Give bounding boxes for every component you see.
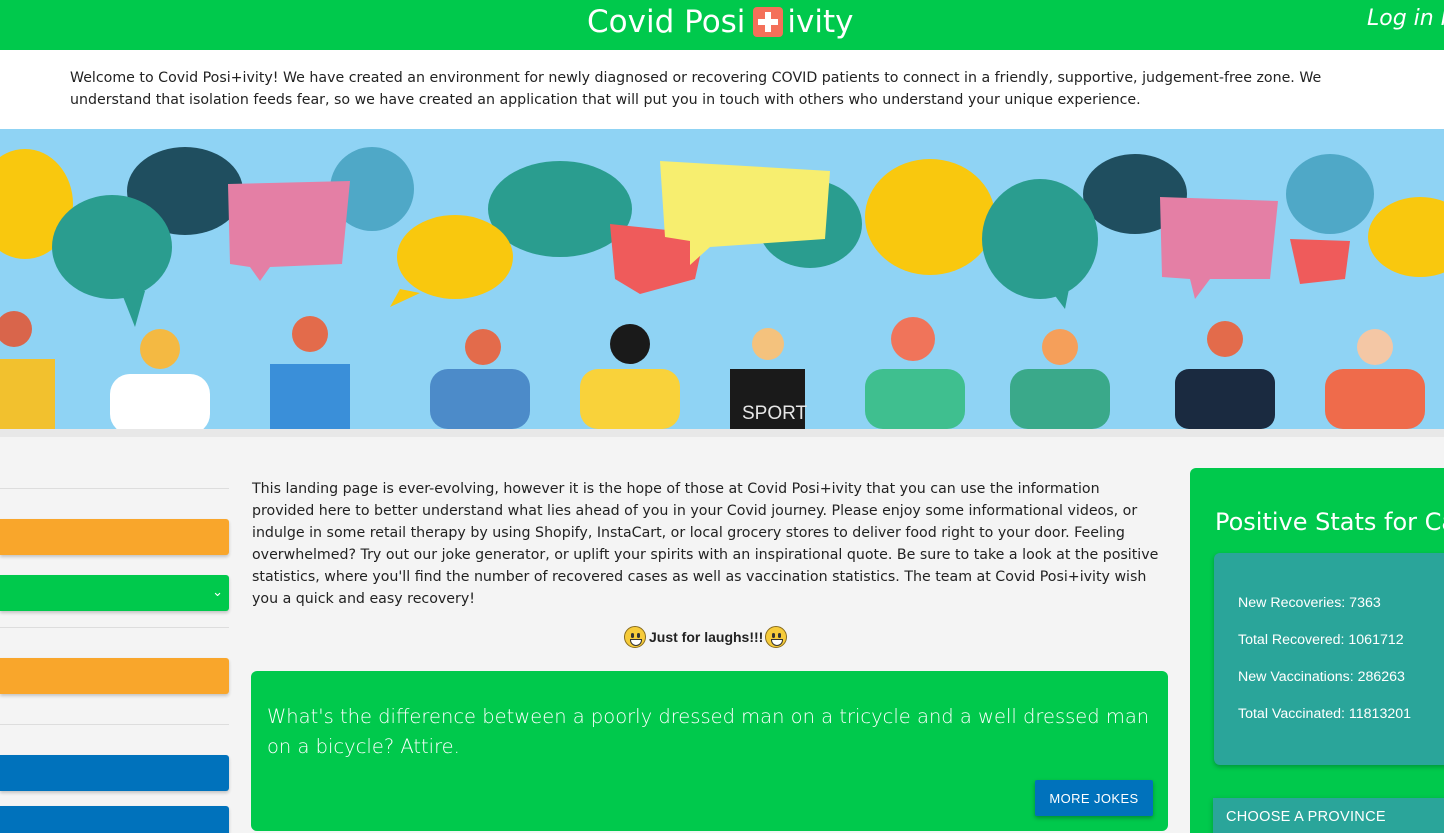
brand-text-right: ivity xyxy=(787,4,854,40)
stat-total-recovered: Total Recovered: 1061712 xyxy=(1238,632,1404,648)
stat-total-vaccinated: Total Vaccinated: 11813201 xyxy=(1238,706,1412,722)
choose-province-button[interactable]: CHOOSE A PROVINCE xyxy=(1213,798,1444,833)
plus-cross-icon xyxy=(753,7,784,37)
crowd-speech-bubbles-illustration: SPORT xyxy=(0,129,1444,429)
sidebar-divider xyxy=(0,627,229,628)
just-for-laughs-heading: Just for laughs!!! xyxy=(624,626,788,648)
sidebar-button-orange-1[interactable] xyxy=(0,519,229,555)
stat-new-vaccinations: New Vaccinations: 286263 xyxy=(1238,669,1405,685)
more-jokes-button[interactable]: MORE JOKES xyxy=(1035,780,1153,816)
stats-card: New Recoveries: 7363 Total Recovered: 10… xyxy=(1214,553,1444,765)
sidebar-divider xyxy=(0,724,229,725)
stats-title: Positive Stats for Cana xyxy=(1215,508,1444,536)
brand-text-left: Covid Posi xyxy=(587,4,746,40)
hero-shirt-text: SPORT xyxy=(742,403,808,424)
sidebar-divider xyxy=(0,488,229,489)
sidebar-button-blue-1[interactable] xyxy=(0,755,229,791)
sidebar-button-blue-2[interactable] xyxy=(0,806,229,833)
grinning-face-emoji-icon xyxy=(765,626,788,648)
sidebar-dropdown[interactable]: ⌄ xyxy=(0,575,229,611)
hero-banner-image: SPORT xyxy=(0,129,1444,429)
positive-stats-panel: Positive Stats for Cana New Recoveries: … xyxy=(1190,468,1444,833)
top-navbar: Covid Posi ivity Log in P xyxy=(0,0,1444,50)
grinning-face-emoji-icon xyxy=(624,626,646,648)
joke-card: What's the difference between a poorly d… xyxy=(251,671,1168,831)
choose-province-label: CHOOSE A PROVINCE xyxy=(1226,809,1386,825)
sidebar-button-orange-2[interactable] xyxy=(0,658,229,694)
intro-text: This landing page is ever-evolving, howe… xyxy=(252,481,1159,607)
laughs-label: Just for laughs!!! xyxy=(649,629,764,645)
welcome-text: Welcome to Covid Posi+ivity! We have cre… xyxy=(70,70,1322,108)
login-link[interactable]: Log in P xyxy=(1367,6,1444,31)
section-separator xyxy=(0,429,1444,437)
stat-new-recoveries: New Recoveries: 7363 xyxy=(1238,595,1381,611)
chevron-down-icon: ⌄ xyxy=(212,584,223,599)
brand-logo[interactable]: Covid Posi ivity xyxy=(587,2,854,42)
joke-text: What's the difference between a poorly d… xyxy=(267,705,1150,758)
welcome-section: Welcome to Covid Posi+ivity! We have cre… xyxy=(0,50,1444,129)
